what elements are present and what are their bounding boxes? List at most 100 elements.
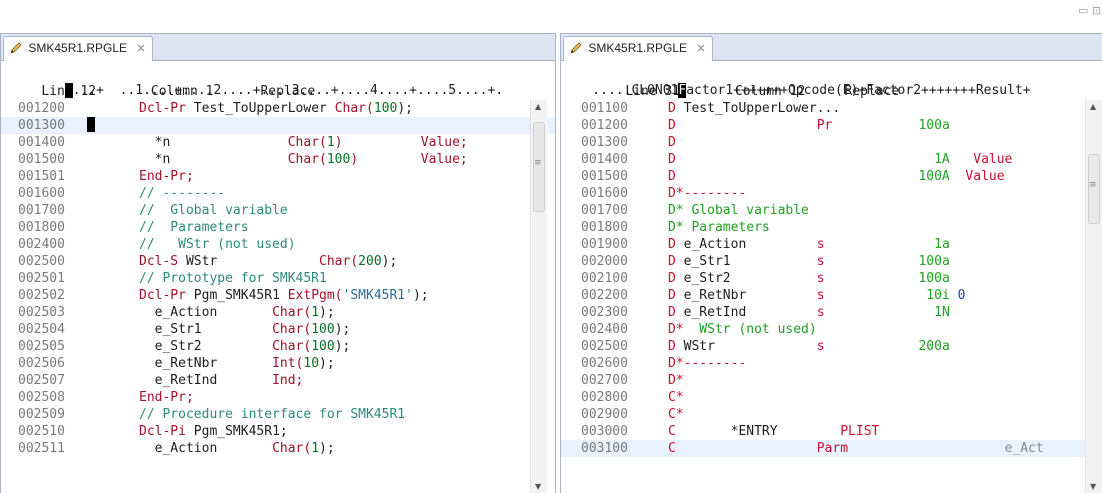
code-line[interactable]: 001400 *n Char(1) Value;: [1, 134, 555, 151]
code-text[interactable]: D e_Str1 s 100a: [668, 253, 950, 270]
code-text[interactable]: D 100A Value: [668, 168, 1005, 185]
code-line[interactable]: 001100 D Test_ToUpperLower...: [561, 100, 1102, 117]
right-vertical-scrollbar[interactable]: ▲ ≡ ▼: [1085, 100, 1102, 493]
code-text[interactable]: D 1A Value: [668, 151, 1012, 168]
code-text[interactable]: e_RetInd Ind;: [139, 372, 304, 389]
code-line[interactable]: 002600 D*--------: [561, 355, 1102, 372]
code-text[interactable]: D Pr 100a: [668, 117, 950, 134]
right-editor-tab[interactable]: SMK45R1.RPGLE ✕: [563, 36, 713, 61]
code-text[interactable]: D Test_ToUpperLower...: [668, 100, 840, 117]
code-line[interactable]: 002900 C*: [561, 406, 1102, 423]
code-line[interactable]: 001200 D Pr 100a: [561, 117, 1102, 134]
code-text[interactable]: Dcl-S WStr Char(200);: [139, 253, 397, 270]
code-line[interactable]: 001300: [1, 117, 555, 134]
code-line[interactable]: 001900 D e_Action s 1a: [561, 236, 1102, 253]
code-line[interactable]: 002400 // WStr (not used): [1, 236, 555, 253]
code-text[interactable]: Dcl-Pr Pgm_SMK45R1 ExtPgm('SMK45R1');: [139, 287, 429, 304]
code-text[interactable]: D WStr s 200a: [668, 338, 950, 355]
code-line[interactable]: 002507 e_RetInd Ind;: [1, 372, 555, 389]
close-icon[interactable]: ✕: [136, 43, 145, 55]
code-token: 10: [303, 356, 320, 371]
code-text[interactable]: e_RetNbr Int(10);: [139, 355, 335, 372]
code-text[interactable]: D* Global variable: [668, 202, 809, 219]
code-line[interactable]: 002500 D WStr s 200a: [561, 338, 1102, 355]
code-line[interactable]: 002511 e_Action Char(1);: [1, 440, 555, 457]
scroll-down-icon[interactable]: ▼: [535, 482, 541, 491]
code-line[interactable]: 001500 D 100A Value: [561, 168, 1102, 185]
code-text[interactable]: D* Parameters: [668, 219, 770, 236]
code-text[interactable]: End-Pr;: [139, 168, 194, 185]
code-line[interactable]: 002501 // Prototype for SMK45R1: [1, 270, 555, 287]
left-editor-tab[interactable]: SMK45R1.RPGLE ✕: [3, 36, 153, 61]
code-line[interactable]: 003100 C Parm e_Act: [561, 440, 1102, 457]
code-text[interactable]: D* WStr (not used): [668, 321, 817, 338]
code-text[interactable]: C *ENTRY PLIST: [668, 423, 879, 440]
code-line[interactable]: 002100 D e_Str2 s 100a: [561, 270, 1102, 287]
code-line[interactable]: 002500 Dcl-S WStr Char(200);: [1, 253, 555, 270]
code-line[interactable]: 003000 C *ENTRY PLIST: [561, 423, 1102, 440]
code-text[interactable]: End-Pr;: [139, 389, 194, 406]
code-text[interactable]: // --------: [139, 185, 225, 202]
code-line[interactable]: 001400 D 1A Value: [561, 151, 1102, 168]
code-text[interactable]: *n Char(1) Value;: [139, 134, 468, 151]
code-line[interactable]: 002800 C*: [561, 389, 1102, 406]
code-text[interactable]: e_Action Char(1);: [139, 440, 335, 457]
code-line[interactable]: 001600 // --------: [1, 185, 555, 202]
code-text[interactable]: C*: [668, 389, 684, 406]
code-text[interactable]: C*: [668, 406, 684, 423]
code-text[interactable]: D e_RetInd s 1N: [668, 304, 950, 321]
code-line[interactable]: 002200 D e_RetNbr s 10i 0: [561, 287, 1102, 304]
code-text[interactable]: D*--------: [668, 355, 746, 372]
code-text[interactable]: e_Str2 Char(100);: [139, 338, 351, 355]
code-text[interactable]: // Global variable: [139, 202, 288, 219]
code-text[interactable]: D*--------: [668, 185, 746, 202]
code-line[interactable]: 001700 D* Global variable: [561, 202, 1102, 219]
code-text[interactable]: C Parm e_Act: [668, 440, 1044, 457]
window-controls[interactable]: ▭ ⊡: [1078, 4, 1101, 17]
code-text[interactable]: e_Action Char(1);: [139, 304, 335, 321]
code-line[interactable]: 001800 // Parameters: [1, 219, 555, 236]
right-code-lines[interactable]: 001100 D Test_ToUpperLower... 001200 D Pr 1…: [561, 100, 1102, 457]
code-line[interactable]: 001600 D*--------: [561, 185, 1102, 202]
code-text[interactable]: D e_RetNbr s 10i 0: [668, 287, 965, 304]
scroll-up-icon[interactable]: ▲: [1090, 102, 1096, 111]
code-line[interactable]: 002509 // Procedure interface for SMK45R1: [1, 406, 555, 423]
code-line[interactable]: 002506 e_RetNbr Int(10);: [1, 355, 555, 372]
code-line[interactable]: 001500 *n Char(100) Value;: [1, 151, 555, 168]
code-line[interactable]: 002000 D e_Str1 s 100a: [561, 253, 1102, 270]
code-text[interactable]: D*: [668, 372, 684, 389]
code-text[interactable]: e_Str1 Char(100);: [139, 321, 351, 338]
close-icon[interactable]: ✕: [696, 43, 705, 55]
code-text[interactable]: D e_Str2 s 100a: [668, 270, 950, 287]
code-line[interactable]: 002505 e_Str2 Char(100);: [1, 338, 555, 355]
code-line[interactable]: 001200 Dcl-Pr Test_ToUpperLower Char(100)…: [1, 100, 555, 117]
code-text[interactable]: // Prototype for SMK45R1: [139, 270, 327, 287]
code-text[interactable]: D: [668, 134, 676, 151]
code-line[interactable]: 002700 D*: [561, 372, 1102, 389]
code-token: e_RetInd: [139, 373, 273, 388]
code-line[interactable]: 002502 Dcl-Pr Pgm_SMK45R1 ExtPgm('SMK45R1…: [1, 287, 555, 304]
code-line[interactable]: 002504 e_Str1 Char(100);: [1, 321, 555, 338]
left-vertical-scrollbar[interactable]: ▲ ≡ ▼: [530, 100, 547, 493]
scroll-down-icon[interactable]: ▼: [1090, 482, 1096, 491]
code-text[interactable]: // WStr (not used): [139, 236, 296, 253]
left-code-lines[interactable]: 001200 Dcl-Pr Test_ToUpperLower Char(100)…: [1, 100, 555, 457]
scroll-up-icon[interactable]: ▲: [535, 102, 541, 111]
code-text[interactable]: Dcl-Pi Pgm_SMK45R1;: [139, 423, 288, 440]
code-line[interactable]: 002400 D* WStr (not used): [561, 321, 1102, 338]
code-text[interactable]: [87, 117, 95, 134]
code-text[interactable]: Dcl-Pr Test_ToUpperLower Char(100);: [139, 100, 413, 117]
code-line[interactable]: 002508 End-Pr;: [1, 389, 555, 406]
code-text[interactable]: // Parameters: [139, 219, 249, 236]
code-line[interactable]: 001800 D* Parameters: [561, 219, 1102, 236]
code-token: );: [381, 254, 398, 269]
code-text[interactable]: D e_Action s 1a: [668, 236, 950, 253]
code-line[interactable]: 001700 // Global variable: [1, 202, 555, 219]
code-line[interactable]: 001300 D: [561, 134, 1102, 151]
code-line[interactable]: 002300 D e_RetInd s 1N: [561, 304, 1102, 321]
code-text[interactable]: *n Char(100) Value;: [139, 151, 468, 168]
code-line[interactable]: 002510 Dcl-Pi Pgm_SMK45R1;: [1, 423, 555, 440]
code-line[interactable]: 001501 End-Pr;: [1, 168, 555, 185]
code-line[interactable]: 002503 e_Action Char(1);: [1, 304, 555, 321]
code-text[interactable]: // Procedure interface for SMK45R1: [139, 406, 405, 423]
